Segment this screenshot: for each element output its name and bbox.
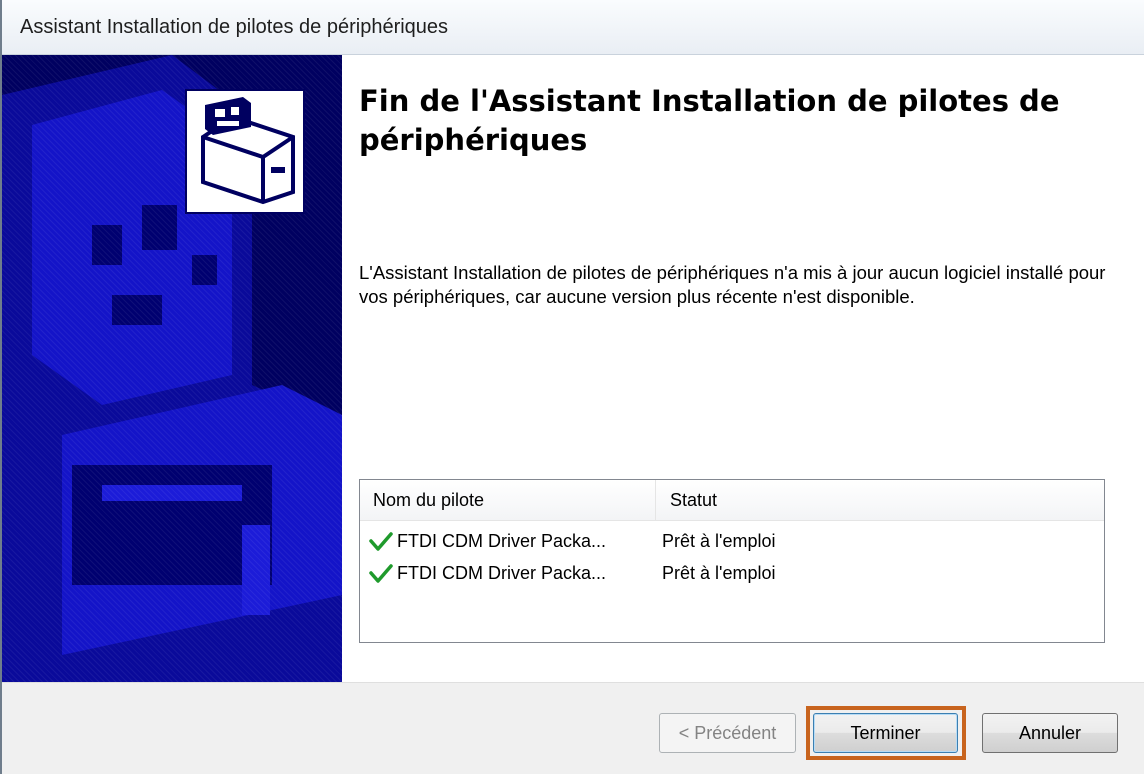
driver-status: Prêt à l'emploi	[662, 531, 776, 551]
page-title: Fin de l'Assistant Installation de pilot…	[359, 84, 1060, 157]
list-item[interactable]: FTDI CDM Driver Packa... Prêt à l'emploi	[360, 558, 1104, 590]
green-check-icon	[369, 564, 393, 589]
wizard-content: Fin de l'Assistant Installation de pilot…	[342, 55, 1144, 682]
device-driver-icon	[185, 89, 305, 214]
driver-name: FTDI CDM Driver Packa...	[397, 563, 607, 583]
green-check-icon	[369, 532, 393, 557]
button-bar: < Précédent Terminer Annuler	[2, 682, 1144, 774]
back-button[interactable]: < Précédent	[659, 713, 796, 753]
cancel-button[interactable]: Annuler	[982, 713, 1118, 753]
driver-name: FTDI CDM Driver Packa...	[397, 531, 607, 551]
driver-status: Prêt à l'emploi	[662, 563, 776, 583]
window-title: Assistant Installation de pilotes de pér…	[20, 16, 449, 38]
status-message: L'Assistant Installation de pilotes de p…	[359, 262, 1106, 307]
list-header: Nom du pilote Statut	[360, 480, 1104, 521]
driver-list[interactable]: Nom du pilote Statut FTDI CDM Driver Pac…	[359, 479, 1105, 643]
list-item[interactable]: FTDI CDM Driver Packa... Prêt à l'emploi	[360, 526, 1104, 558]
wizard-window: Assistant Installation de pilotes de pér…	[0, 0, 1144, 774]
finish-button[interactable]: Terminer	[813, 713, 958, 753]
column-header-driver-name[interactable]: Nom du pilote	[360, 480, 656, 520]
column-header-status[interactable]: Statut	[656, 480, 1104, 520]
title-bar[interactable]: Assistant Installation de pilotes de pér…	[2, 0, 1144, 55]
